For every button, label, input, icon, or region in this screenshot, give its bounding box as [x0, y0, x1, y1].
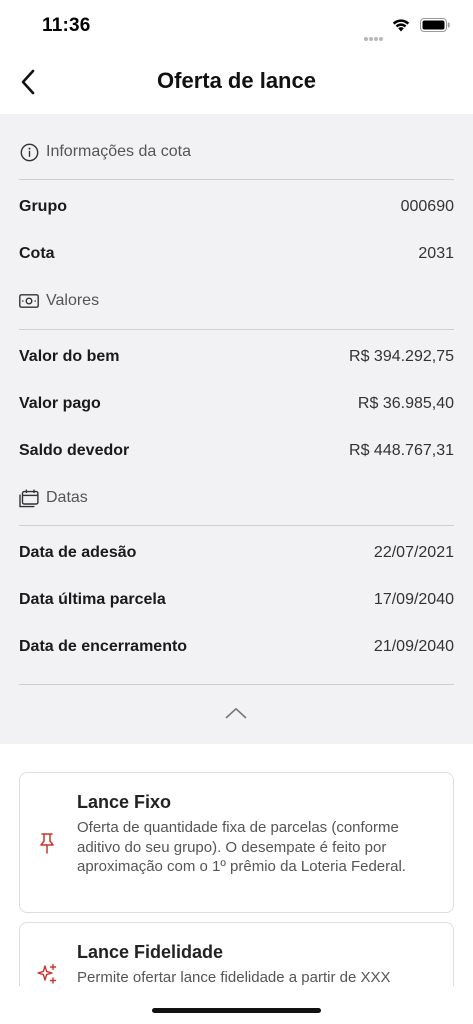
row-label: Grupo	[19, 198, 67, 215]
option-description: Permite ofertar lance fidelidade a parti…	[77, 969, 391, 986]
row-value: 17/09/2040	[373, 591, 454, 608]
row-value: R$ 36.985,40	[357, 395, 454, 412]
row-value: 21/09/2040	[373, 638, 454, 655]
row-label: Data de adesão	[19, 544, 137, 561]
section-label: Datas	[46, 489, 88, 506]
row-value: R$ 394.292,75	[349, 348, 454, 365]
row-label: Valor do bem	[19, 348, 120, 365]
info-row-data-adesao: Data de adesão 22/07/2021	[19, 541, 454, 565]
row-label: Cota	[19, 245, 55, 262]
quota-info-panel: Informações da cota Grupo 000690 Cota 20…	[0, 114, 473, 744]
info-row-data-ultima-parcela: Data última parcela 17/09/2040	[19, 588, 454, 612]
info-row-valor-pago: Valor pago R$ 36.985,40	[19, 392, 454, 416]
divider	[19, 329, 454, 330]
info-row-valor-do-bem: Valor do bem R$ 394.292,75	[19, 345, 454, 369]
battery-icon	[420, 18, 450, 32]
option-description: Oferta de quantidade fixa de parcelas (c…	[77, 819, 406, 875]
row-value: 2031	[418, 245, 454, 262]
pin-icon	[40, 833, 54, 854]
row-label: Valor pago	[19, 395, 101, 412]
calendar-icon	[19, 488, 39, 508]
row-label: Data última parcela	[19, 591, 166, 608]
section-header-cota: Informações da cota	[19, 140, 191, 164]
divider	[19, 525, 454, 526]
divider	[19, 179, 454, 180]
info-icon	[19, 142, 39, 162]
info-row-saldo-devedor: Saldo devedor R$ 448.767,31	[19, 439, 454, 463]
home-indicator[interactable]	[152, 1008, 321, 1013]
wifi-icon	[392, 19, 410, 32]
row-label: Data de encerramento	[19, 638, 188, 655]
option-card-lance-fixo[interactable]: Lance Fixo Oferta de quantidade fixa de …	[19, 772, 454, 913]
info-row-data-encerramento: Data de encerramento 21/09/2040	[19, 635, 454, 659]
cellular-signal-icon	[364, 28, 386, 41]
chevron-up-icon	[225, 708, 247, 719]
section-header-valores: Valores	[19, 289, 99, 313]
section-header-datas: Datas	[19, 486, 88, 510]
row-label: Saldo devedor	[19, 442, 130, 459]
option-title: Lance Fixo	[77, 792, 172, 812]
page-title: Oferta de lance	[157, 68, 316, 93]
bottom-safe-area	[0, 986, 473, 1024]
status-bar: 11:36	[0, 0, 473, 50]
info-row-cota: Cota 2031	[19, 242, 454, 266]
header: Oferta de lance	[0, 50, 473, 114]
collapse-button[interactable]	[221, 703, 251, 723]
section-label: Valores	[46, 292, 100, 309]
row-value: 000690	[400, 198, 454, 215]
divider	[19, 684, 454, 685]
row-value: R$ 448.767,31	[349, 442, 454, 459]
status-time: 11:36	[42, 15, 91, 36]
row-value: 22/07/2021	[373, 544, 454, 561]
info-row-grupo: Grupo 000690	[19, 195, 454, 219]
banknote-icon	[19, 291, 39, 311]
option-title: Lance Fidelidade	[77, 942, 224, 962]
sparkles-icon	[37, 963, 57, 984]
section-label: Informações da cota	[46, 143, 191, 160]
